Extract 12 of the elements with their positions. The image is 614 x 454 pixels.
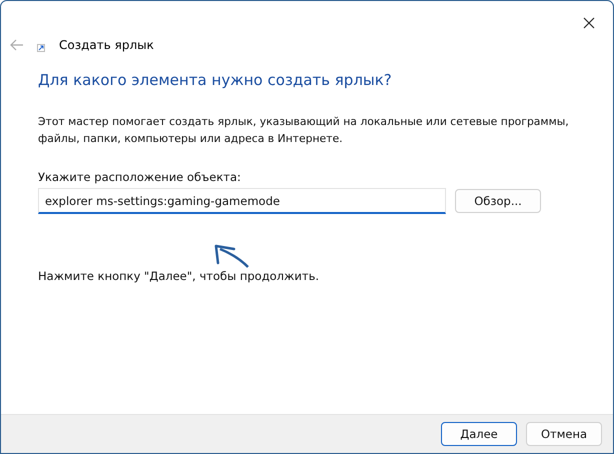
browse-button[interactable]: Обзор... (455, 189, 541, 213)
hint-text: Нажмите кнопку "Далее", чтобы продолжить. (38, 269, 320, 283)
window-title: Создать ярлык (59, 38, 154, 52)
location-label: Укажите расположение объекта: (38, 170, 242, 184)
dialog-button[interactable]: Далее (441, 422, 517, 446)
close-icon[interactable] (583, 17, 595, 29)
dialog-button[interactable]: Отмена (526, 422, 602, 446)
location-field[interactable]: explorer ms-settings:gaming-gamemode (38, 188, 446, 214)
description-text: Этот мастер помогает создать ярлык, указывающий на локальные или сетевые программы, файлы, папки, компьютеры или адреса в Интернете. (38, 114, 570, 147)
annotation-arrow (214, 244, 249, 268)
wizard-heading: Для какого элемента нужно создать ярлык? (38, 71, 393, 89)
shortcut-icon (37, 44, 45, 52)
